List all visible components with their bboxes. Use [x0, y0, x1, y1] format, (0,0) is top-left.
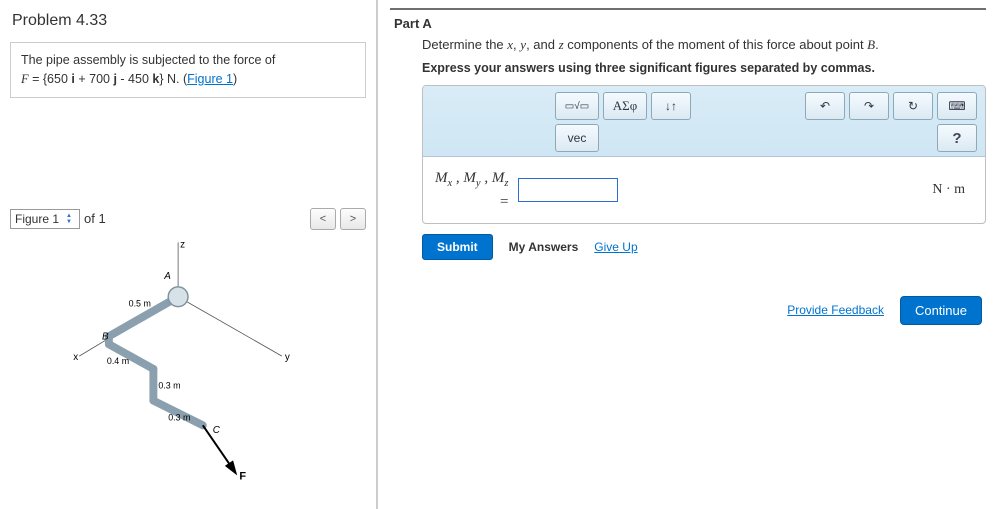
dim-0-3m-b: 0.3 m [168, 412, 190, 422]
submit-button[interactable]: Submit [422, 234, 493, 260]
reset-button[interactable]: ↻ [893, 92, 933, 120]
my-answers-link[interactable]: My Answers [509, 240, 579, 254]
greek-button[interactable]: ΑΣφ [603, 92, 647, 120]
problem-statement: The pipe assembly is subjected to the fo… [10, 42, 366, 98]
figure-selector[interactable]: Figure 1 ▲▼ [10, 209, 80, 229]
figure-of-text: of 1 [84, 211, 106, 226]
figure-spinner-icon[interactable]: ▲▼ [63, 212, 75, 226]
instruction-text: Express your answers using three signifi… [422, 61, 986, 75]
axis-y-label: y [285, 352, 290, 363]
answer-units: N · m [932, 182, 973, 198]
help-button[interactable]: ? [937, 124, 977, 152]
continue-button[interactable]: Continue [900, 296, 982, 325]
redo-button[interactable]: ↷ [849, 92, 889, 120]
force-F-label: F [239, 470, 246, 482]
keyboard-button[interactable]: ⌨ [937, 92, 977, 120]
equation-toolbar: ▭√▭ ΑΣφ ↓↑ ↶ ↷ ↻ ⌨ vec ? [423, 86, 985, 157]
vec-button[interactable]: vec [555, 124, 599, 152]
subscript-order-button[interactable]: ↓↑ [651, 92, 691, 120]
part-a-heading: Part A [394, 16, 986, 31]
figure-selector-label: Figure 1 [15, 212, 59, 226]
provide-feedback-link[interactable]: Provide Feedback [787, 303, 884, 317]
answer-input[interactable] [518, 178, 618, 202]
answer-shell: ▭√▭ ΑΣφ ↓↑ ↶ ↷ ↻ ⌨ vec ? Mx , My , Mz= [422, 85, 986, 224]
problem-title: Problem 4.33 [12, 12, 364, 30]
answer-lhs: Mx , My , Mz= [435, 169, 508, 211]
problem-text-prefix: The pipe assembly is subjected to the fo… [21, 53, 275, 67]
dim-0-3m-a: 0.3 m [158, 380, 180, 390]
figure-next-button[interactable]: > [340, 208, 366, 230]
figure-diagram: z y x A B C 0.5 m 0.4 m 0.3 m 0.3 m [10, 236, 366, 496]
figure-link[interactable]: Figure 1 [187, 72, 233, 86]
figure-link-close: ) [233, 72, 237, 86]
point-A-label: A [163, 270, 171, 281]
undo-button[interactable]: ↶ [805, 92, 845, 120]
question-text: Determine the x, y, and z components of … [422, 37, 986, 53]
axis-x-label: x [73, 352, 78, 363]
dim-0-4m: 0.4 m [107, 356, 129, 366]
templates-button[interactable]: ▭√▭ [555, 92, 599, 120]
point-B-label: B [102, 331, 109, 342]
figure-prev-button[interactable]: < [310, 208, 336, 230]
dim-0-5m: 0.5 m [129, 298, 151, 308]
problem-force-expr: F = {650 i + 700 j - 450 k} N. [21, 72, 179, 86]
axis-z-label: z [180, 239, 185, 250]
give-up-link[interactable]: Give Up [594, 240, 637, 254]
point-C-label: C [213, 425, 221, 436]
